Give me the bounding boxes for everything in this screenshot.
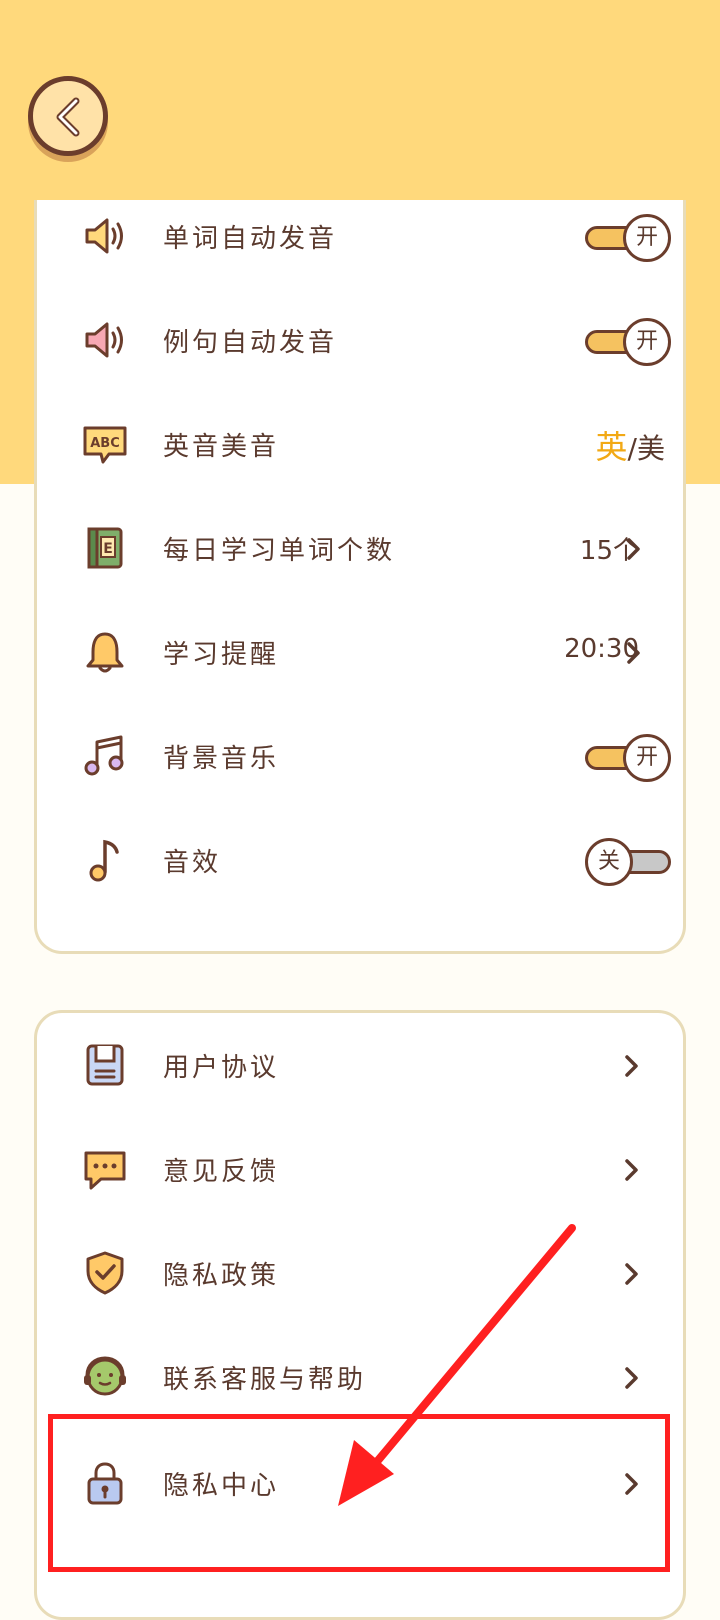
annotation-arrow <box>338 1224 576 1506</box>
